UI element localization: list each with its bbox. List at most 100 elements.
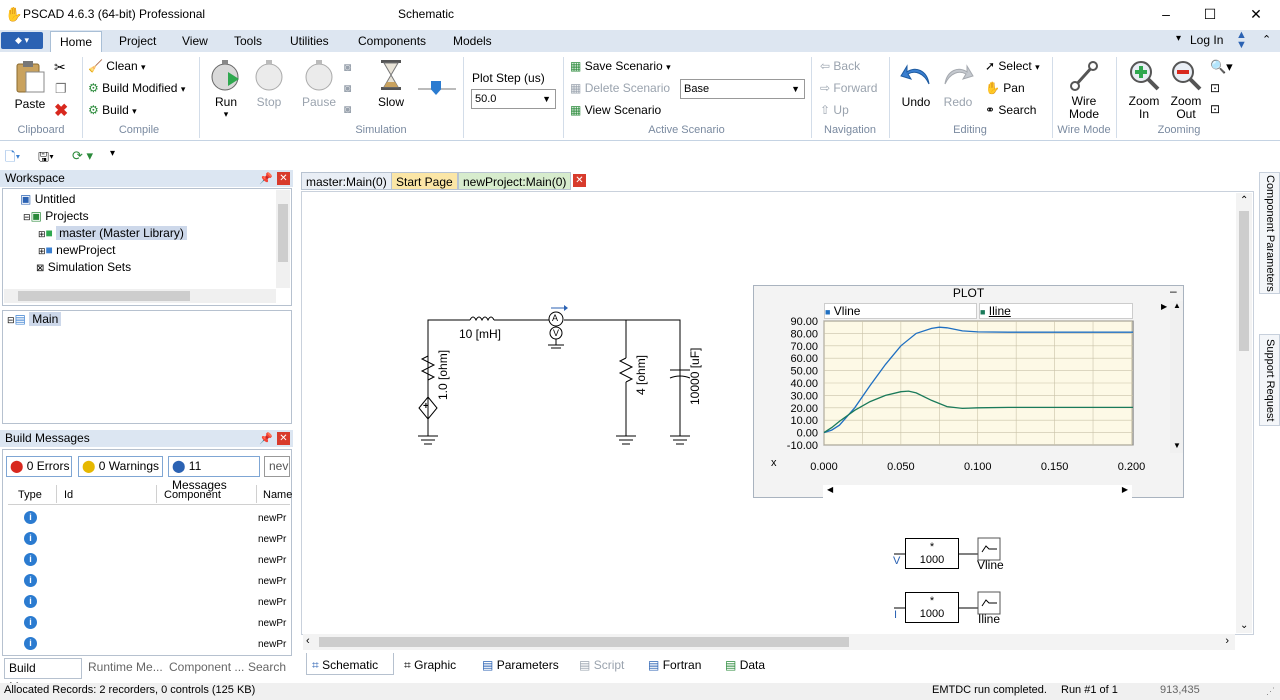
- paste-button[interactable]: Paste: [12, 58, 48, 111]
- hierarchy-item-main[interactable]: ⊟▤ Main: [7, 312, 62, 326]
- output-channel-vline[interactable]: Vline: [977, 558, 1004, 572]
- table-row[interactable]: i newPr: [8, 613, 290, 634]
- snapshot-icon[interactable]: ◙: [344, 60, 351, 74]
- tab-fortran[interactable]: ▤ Fortran: [648, 655, 701, 675]
- column-name[interactable]: Name: [263, 489, 292, 501]
- workspace-vscroll[interactable]: [276, 190, 290, 288]
- errors-filter-button[interactable]: ⬤ 0 Errors: [6, 456, 72, 477]
- step-icon[interactable]: ◙: [344, 81, 351, 95]
- table-row[interactable]: i newPr: [8, 634, 290, 654]
- delete-scenario-button[interactable]: ▦ Delete Scenario: [570, 81, 670, 95]
- close-workspace-button[interactable]: ✕: [277, 172, 290, 185]
- plot-hscroll[interactable]: ◀ ▶: [823, 485, 1132, 498]
- tree-item-untitled[interactable]: ▣ Untitled: [20, 192, 75, 206]
- tab-view[interactable]: View: [173, 31, 217, 52]
- back-button[interactable]: ⇦ Back: [820, 59, 860, 73]
- clean-button[interactable]: 🧹 Clean ▾: [88, 59, 146, 73]
- wire-mode-button[interactable]: Wire Mode: [1062, 58, 1106, 121]
- redo-button[interactable]: Redo: [940, 58, 976, 109]
- doc-tab-newproject-main[interactable]: newProject:Main(0): [458, 172, 572, 190]
- save-icon[interactable]: 🖫▾: [38, 148, 54, 170]
- column-type[interactable]: Type: [18, 489, 42, 501]
- ribbon-collapse-icon[interactable]: ▲ ▼: [1236, 30, 1247, 51]
- zoom-fit-icon[interactable]: ⊡: [1210, 81, 1220, 95]
- table-row[interactable]: i newPr: [8, 529, 290, 550]
- messages-filter-button[interactable]: ⬤ 11 Messages: [168, 456, 260, 492]
- tab-runtime-messages[interactable]: Runtime Me...: [88, 660, 163, 674]
- tab-build-messages[interactable]: Build Messa...: [4, 658, 82, 694]
- refresh-icon[interactable]: ⟳ ▾: [72, 148, 93, 164]
- close-build-messages-button[interactable]: ✕: [277, 432, 290, 445]
- tab-models[interactable]: Models: [444, 31, 501, 52]
- workspace-hscroll[interactable]: [4, 289, 276, 303]
- table-row[interactable]: i newPr: [8, 508, 290, 529]
- plot-area[interactable]: 90.0080.0070.0060.0050.0040.0030.0020.00…: [754, 312, 1170, 480]
- close-window-button[interactable]: ✕: [1241, 4, 1271, 24]
- side-tab-support-request[interactable]: Support Request: [1259, 334, 1280, 426]
- tab-graphic[interactable]: ⌗ Graphic: [404, 655, 456, 675]
- output-channel-iline[interactable]: Iline: [978, 612, 1000, 626]
- frame-icon[interactable]: ◙: [344, 102, 351, 116]
- column-component[interactable]: Component: [164, 489, 221, 501]
- tab-parameters[interactable]: ▤ Parameters: [482, 655, 559, 675]
- pause-button[interactable]: Pause: [301, 58, 337, 109]
- tree-item-newproject[interactable]: ⊞■ newProject: [38, 243, 116, 257]
- tab-utilities[interactable]: Utilities: [281, 31, 338, 52]
- view-scenario-button[interactable]: ▦ View Scenario: [570, 103, 661, 117]
- tab-tools[interactable]: Tools: [225, 31, 271, 52]
- table-row[interactable]: i newPr: [8, 592, 290, 613]
- canvas-hscroll[interactable]: ‹ ›: [303, 634, 1235, 650]
- application-menu-button[interactable]: ◆ ▾: [1, 32, 43, 49]
- save-scenario-button[interactable]: ▦ Save Scenario ▾: [570, 59, 671, 73]
- pan-button[interactable]: ✋ Pan: [985, 81, 1025, 95]
- tab-script[interactable]: ▤ Script: [579, 655, 624, 675]
- maximize-button[interactable]: ☐: [1195, 4, 1225, 24]
- minimize-button[interactable]: –: [1151, 4, 1181, 24]
- doc-tab-master-main[interactable]: master:Main(0): [301, 172, 392, 190]
- close-doc-tab-button[interactable]: ✕: [573, 174, 586, 187]
- tree-item-simulation-sets[interactable]: ⊠ Simulation Sets: [36, 260, 131, 274]
- canvas-vscroll[interactable]: ⌃ ⌄: [1236, 193, 1252, 633]
- pin-icon[interactable]: 📌: [259, 172, 273, 185]
- tab-search[interactable]: Search: [248, 660, 286, 674]
- zoom-out-button[interactable]: Zoom Out: [1166, 58, 1206, 121]
- stop-button[interactable]: Stop: [251, 58, 287, 109]
- column-id[interactable]: Id: [64, 489, 73, 501]
- new-file-icon[interactable]: 🗋▾: [5, 148, 20, 170]
- tab-data[interactable]: ▤ Data: [725, 655, 765, 675]
- undo-button[interactable]: Undo: [898, 58, 934, 109]
- cut-icon[interactable]: ✂: [54, 59, 66, 76]
- customize-toolbar-icon[interactable]: ▾: [110, 148, 115, 159]
- slow-button[interactable]: Slow: [373, 58, 409, 109]
- ribbon-minimize-icon[interactable]: ⌃: [1262, 33, 1271, 46]
- zoom-window-icon[interactable]: ⊡: [1210, 102, 1220, 116]
- build-button[interactable]: ⚙ Build ▾: [88, 103, 137, 117]
- legend-scroll-icon[interactable]: ▶: [1161, 302, 1167, 311]
- copy-icon[interactable]: ❐: [55, 81, 67, 97]
- tab-home[interactable]: Home: [50, 31, 103, 52]
- zoom-in-button[interactable]: Zoom In: [1124, 58, 1164, 121]
- doc-tab-start-page[interactable]: Start Page: [391, 172, 458, 190]
- build-modified-button[interactable]: ⚙ Build Modified ▾: [88, 81, 185, 95]
- tab-components[interactable]: Components: [349, 31, 435, 52]
- forward-button[interactable]: ⇨ Forward: [820, 81, 877, 95]
- tree-item-master[interactable]: ⊞■ master (Master Library): [38, 226, 187, 240]
- scenario-select[interactable]: Base ▼: [680, 79, 805, 99]
- delete-icon[interactable]: ✖: [54, 101, 68, 121]
- side-tab-component-parameters[interactable]: Component Parameters: [1259, 172, 1280, 294]
- warnings-filter-button[interactable]: ⬤ 0 Warnings: [78, 456, 163, 477]
- plot-vscroll[interactable]: ▲ ▼: [1170, 301, 1183, 453]
- tree-item-projects[interactable]: ⊟▣ Projects: [23, 209, 89, 223]
- tab-component-search[interactable]: Component ...: [169, 660, 244, 674]
- tab-project[interactable]: Project: [110, 31, 165, 52]
- login-link[interactable]: Log In: [1190, 33, 1223, 47]
- search-button[interactable]: ⚭ Search: [985, 103, 1036, 117]
- tab-schematic[interactable]: ⌗ Schematic: [312, 655, 378, 675]
- zoom-menu-icon[interactable]: 🔍▾: [1210, 59, 1233, 75]
- table-row[interactable]: i newPr: [8, 550, 290, 571]
- select-button[interactable]: ➚ Select ▾: [985, 59, 1040, 73]
- messages-filter-input[interactable]: nev: [264, 456, 290, 477]
- table-row[interactable]: i newPr: [8, 571, 290, 592]
- circuit-diagram[interactable]: [410, 300, 710, 460]
- minimize-plot-icon[interactable]: –: [1170, 284, 1177, 298]
